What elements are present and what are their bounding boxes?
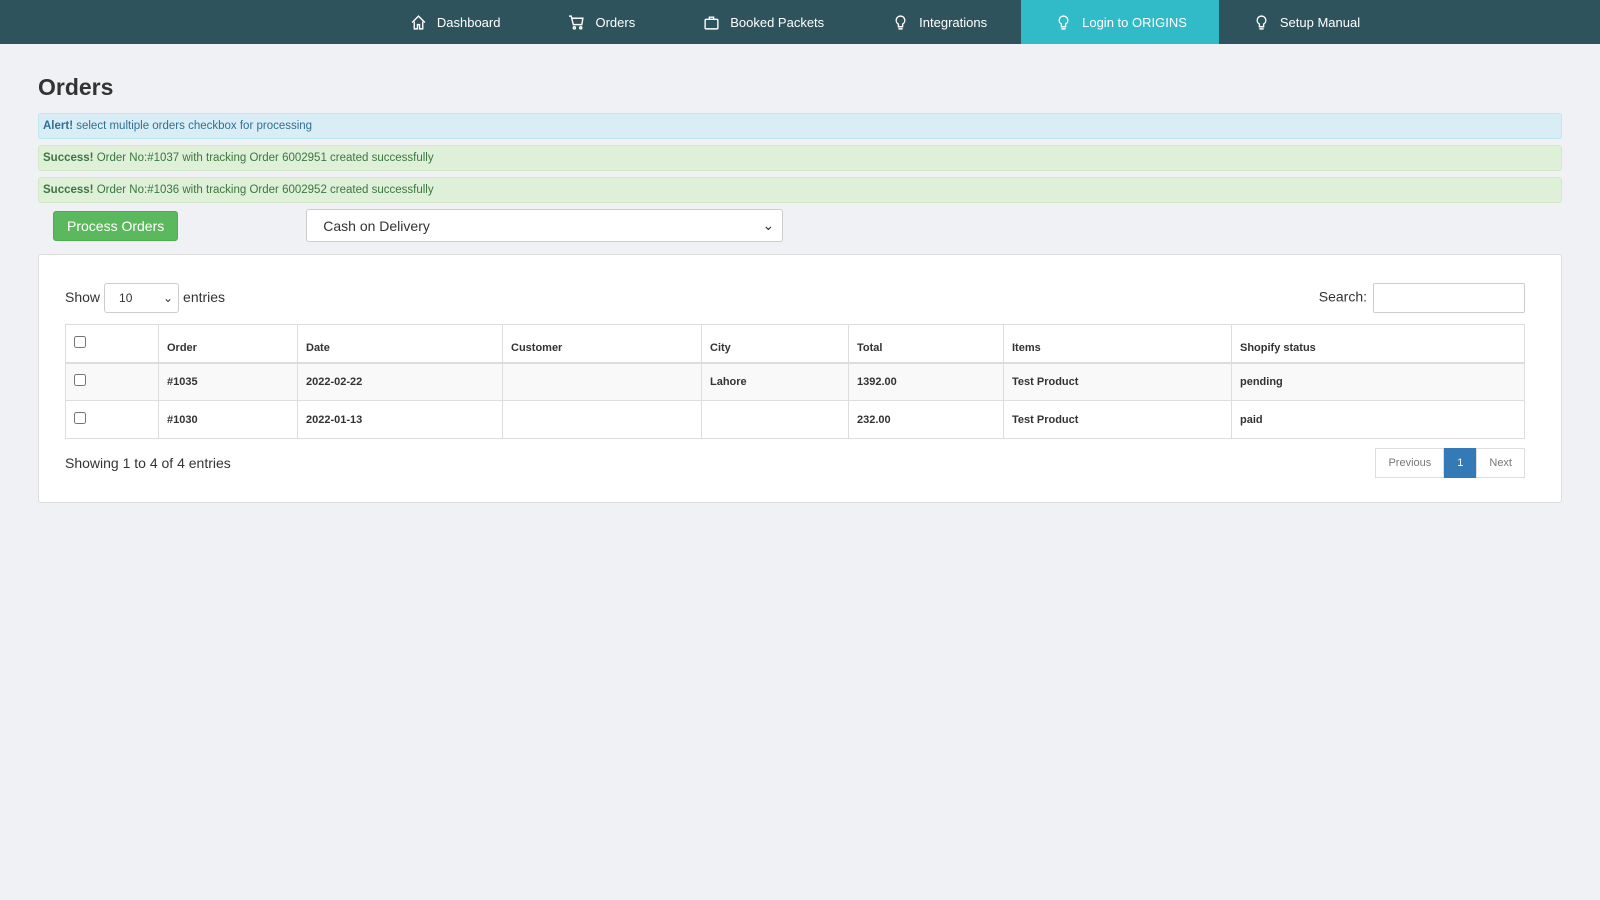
column-header[interactable]: Items [1003,324,1232,364]
orders-table: Order Date Customer City Total Items Sho… [65,324,1525,439]
bulb-icon [895,14,906,30]
nav-dashboard[interactable]: Dashboard [376,0,535,44]
column-header[interactable]: City [701,324,849,364]
search-input[interactable] [1373,283,1525,313]
row-checkbox[interactable] [74,412,86,424]
cart-icon [569,14,585,30]
info-alert: Alert! select multiple orders checkbox f… [38,113,1562,139]
column-header[interactable]: Date [297,324,503,364]
previous-button[interactable]: Previous [1375,448,1445,478]
bulb-icon [1058,14,1069,30]
row-checkbox[interactable] [74,374,86,387]
column-header[interactable]: Shopify status [1231,324,1525,364]
nav-booked-packets[interactable]: Booked Packets [669,0,858,44]
success-alert: Success! Order No:#1036 with tracking Or… [38,177,1562,203]
table-row: #1035 2022-02-22 Lahore 1392.00 Test Product… [65,362,1525,401]
chevron-down-icon: ⌄ [162,291,174,305]
page-title: Orders [38,74,114,100]
column-header[interactable]: Customer [502,324,702,364]
page-1-button[interactable]: 1 [1444,448,1477,478]
table-info: Showing 1 to 4 of 4 entries [65,455,231,471]
bag-icon [704,15,719,30]
nav-setup-manual[interactable]: Setup Manual [1219,0,1394,44]
next-button[interactable]: Next [1476,448,1525,478]
home-icon [411,14,426,30]
nav-orders[interactable]: Orders [534,0,669,44]
column-header[interactable]: Total [848,324,1004,364]
payment-method-select[interactable]: Cash on Delivery ⌄ [306,209,784,242]
nav-login-origins[interactable]: Login to ORIGINS [1021,0,1219,44]
bulb-icon [1256,14,1267,30]
column-header[interactable]: Order [158,324,298,364]
success-alert: Success! Order No:#1037 with tracking Or… [38,145,1562,171]
select-all-checkbox[interactable] [74,335,86,348]
orders-panel: Show 10 ⌄ entries Search: Order Date Custom… [38,254,1562,503]
entries-select[interactable]: 10 ⌄ [104,283,180,313]
nav-integrations[interactable]: Integrations [858,0,1021,44]
process-orders-button[interactable]: Process Orders [53,210,179,241]
chevron-down-icon: ⌄ [762,217,775,233]
pagination: Previous 1 Next [1375,448,1525,478]
top-nav: Dashboard Orders Booked Packets Integrat… [0,0,1600,44]
table-row: #1030 2022-01-13 232.00 Test Product paid [65,400,1525,439]
